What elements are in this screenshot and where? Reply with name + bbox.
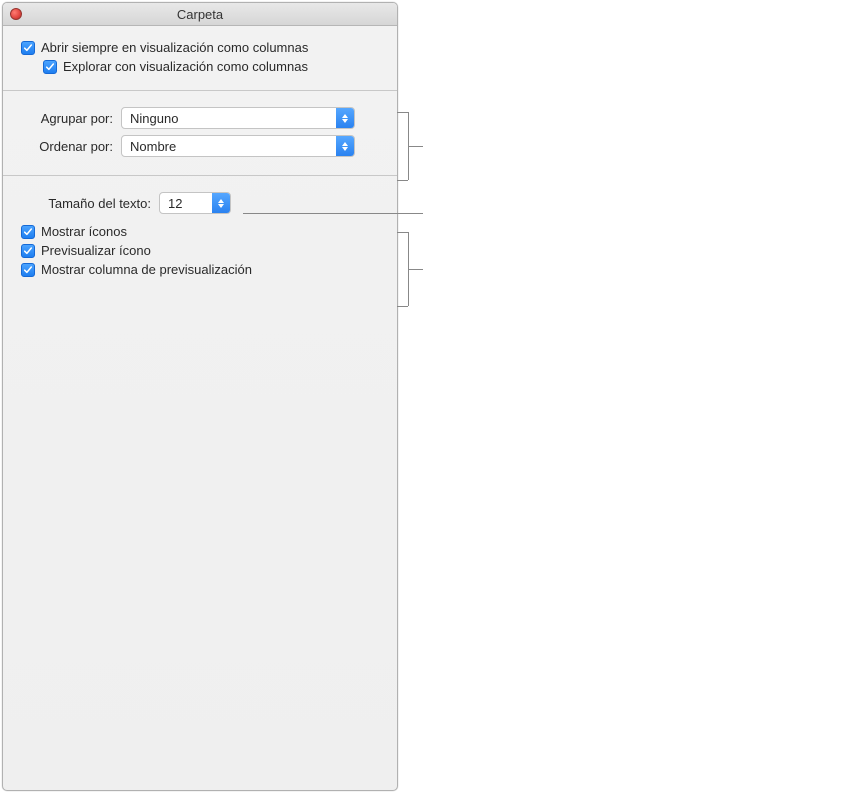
browse-columns-label: Explorar con visualización como columnas — [63, 59, 308, 74]
callout-line — [397, 180, 408, 181]
show-icons-label: Mostrar íconos — [41, 224, 127, 239]
group-by-select[interactable]: Ninguno — [121, 107, 355, 129]
always-open-columns-row[interactable]: Abrir siempre en visualización como colu… — [21, 40, 379, 55]
sort-by-value: Nombre — [130, 139, 176, 154]
checkbox-checked-icon — [21, 225, 35, 239]
preview-icon-row[interactable]: Previsualizar ícono — [21, 243, 379, 258]
show-preview-column-row[interactable]: Mostrar columna de previsualización — [21, 262, 379, 277]
text-size-label: Tamaño del texto: — [21, 196, 151, 211]
callout-line — [397, 112, 408, 113]
checkbox-checked-icon — [43, 60, 57, 74]
text-size-row: Tamaño del texto: 12 — [21, 192, 379, 214]
updown-caret-icon — [336, 136, 354, 156]
checkbox-checked-icon — [21, 244, 35, 258]
show-preview-column-label: Mostrar columna de previsualización — [41, 262, 252, 277]
sort-by-label: Ordenar por: — [21, 139, 113, 154]
titlebar: Carpeta — [3, 3, 397, 26]
always-open-columns-label: Abrir siempre en visualización como colu… — [41, 40, 308, 55]
callout-line — [408, 146, 423, 147]
group-by-value: Ninguno — [130, 111, 178, 126]
checkbox-checked-icon — [21, 41, 35, 55]
browse-columns-row[interactable]: Explorar con visualización como columnas — [43, 59, 379, 74]
close-button[interactable] — [10, 8, 22, 20]
text-size-value: 12 — [168, 196, 182, 211]
section-display: Tamaño del texto: 12 Mostrar íconos Prev… — [3, 176, 397, 293]
text-size-select[interactable]: 12 — [159, 192, 231, 214]
callout-line — [397, 232, 408, 233]
checkbox-checked-icon — [21, 263, 35, 277]
callout-line — [397, 306, 408, 307]
sort-by-select[interactable]: Nombre — [121, 135, 355, 157]
callout-line — [243, 213, 423, 214]
window-title: Carpeta — [177, 7, 223, 22]
sort-by-row: Ordenar por: Nombre — [21, 135, 379, 157]
group-by-row: Agrupar por: Ninguno — [21, 107, 379, 129]
section-grouping: Agrupar por: Ninguno Ordenar por: Nombre — [3, 91, 397, 176]
updown-caret-icon — [336, 108, 354, 128]
preview-icon-label: Previsualizar ícono — [41, 243, 151, 258]
section-open-mode: Abrir siempre en visualización como colu… — [3, 26, 397, 91]
folder-view-options-dialog: Carpeta Abrir siempre en visualización c… — [2, 2, 398, 791]
callout-line — [408, 269, 423, 270]
updown-caret-icon — [212, 193, 230, 213]
show-icons-row[interactable]: Mostrar íconos — [21, 224, 379, 239]
group-by-label: Agrupar por: — [21, 111, 113, 126]
